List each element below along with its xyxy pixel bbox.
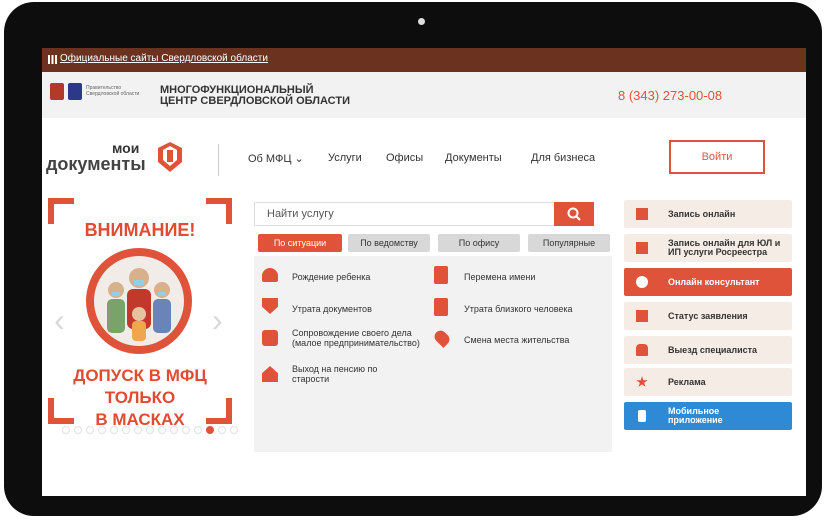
sidebar-online-booking[interactable]: Запись онлайн: [624, 200, 792, 228]
situation-loss-of-relative[interactable]: Утрата близкого человека: [464, 304, 573, 314]
sidebar-specialist-visit[interactable]: Выезд специалиста: [624, 336, 792, 364]
banner-title: ВНИМАНИЕ!: [84, 220, 196, 240]
heart-icon: [262, 268, 278, 282]
calendar-icon: [636, 242, 648, 254]
website-screen: Официальные сайты Свердловской области П…: [42, 48, 806, 496]
situation-business[interactable]: Сопровождение своего дела (малое предпри…: [292, 328, 432, 348]
situation-lost-documents[interactable]: Утрата документов: [292, 304, 372, 314]
sidebar-label: Запись онлайн: [668, 209, 736, 219]
calendar-icon: [636, 208, 648, 220]
nav-documents[interactable]: Документы: [445, 152, 502, 164]
mfc-title: МНОГОФУНКЦИОНАЛЬНЫЙ ЦЕНТР СВЕРДЛОВСКОЙ О…: [160, 85, 400, 107]
banner-image: [86, 248, 192, 354]
tab-by-office[interactable]: По офису: [438, 234, 520, 252]
passport-icon: [434, 266, 448, 284]
tab-popular[interactable]: Популярные: [528, 234, 610, 252]
situation-retirement[interactable]: Выход на пенсию по старости: [292, 364, 402, 384]
nav-business[interactable]: Для бизнеса: [531, 152, 595, 164]
login-button[interactable]: Войти: [669, 140, 765, 174]
sidebar-label: Мобильное приложение: [668, 406, 723, 425]
sidebar-label: Выезд специалиста: [668, 345, 758, 355]
mfc-title-line2: ЦЕНТР СВЕРДЛОВСКОЙ ОБЛАСТИ: [160, 95, 350, 107]
header-bar: Правительство Свердловской области МНОГО…: [42, 72, 806, 118]
sidebar-label: Запись онлайн для ЮЛ и ИП услуги Росреес…: [668, 238, 781, 257]
tablet-frame: Официальные сайты Свердловской области П…: [4, 2, 822, 516]
sidebar-application-status[interactable]: Статус заявления: [624, 302, 792, 330]
question-icon: [636, 276, 648, 288]
situation-change-residence[interactable]: Смена места жительства: [464, 335, 569, 345]
banner-line1: ДОПУСК В МФЦ: [73, 366, 207, 385]
banner-line3: В МАСКАХ: [95, 410, 185, 429]
coat-of-arms-icon: [50, 83, 64, 100]
sidebar-label: Онлайн консультант: [668, 277, 760, 287]
sidebar-rosreestr-booking[interactable]: Запись онлайн для ЮЛ и ИП услуги Росреес…: [624, 234, 792, 262]
phone-number[interactable]: 8 (343) 273-00-08: [618, 88, 722, 103]
nav-about[interactable]: Об МФЦ ⌄: [248, 152, 304, 165]
top-bar: Официальные сайты Свердловской области: [42, 48, 806, 72]
situation-name-change[interactable]: Перемена имени: [464, 272, 535, 282]
people-icon: [107, 268, 171, 341]
promo-banner[interactable]: ВНИМАНИЕ! ‹ › ДОПУСК В МФЦ ТОЛЬКО В МАСК…: [48, 198, 232, 429]
sidebar-advertising[interactable]: Реклама: [624, 368, 792, 396]
sidebar-online-consultant[interactable]: Онлайн консультант: [624, 268, 792, 296]
camera-dot: [418, 18, 425, 25]
briefcase-icon: [262, 330, 278, 346]
tab-by-situation[interactable]: По ситуации: [258, 234, 342, 252]
chevron-down-icon: ⌄: [294, 153, 304, 165]
nav-offices[interactable]: Офисы: [386, 152, 423, 164]
search-field[interactable]: Найти услугу: [254, 202, 594, 226]
logo-line2: документы: [46, 154, 146, 174]
gov-label: Правительство Свердловской области: [86, 85, 140, 97]
document-icon: [636, 310, 648, 322]
sidebar-mobile-app[interactable]: Мобильное приложение: [624, 402, 792, 430]
grid-icon: [48, 55, 57, 64]
phone-icon: [638, 410, 646, 422]
situations-panel: [254, 256, 612, 452]
sidebar-label: Статус заявления: [668, 311, 748, 321]
banner-line2: ТОЛЬКО: [104, 388, 176, 407]
official-sites-link[interactable]: Официальные сайты Свердловской области: [60, 53, 268, 64]
emblem-icon: [68, 83, 82, 100]
search-icon: [567, 207, 581, 221]
nav-divider: [218, 144, 219, 176]
sidebar-label: Реклама: [668, 377, 706, 387]
situation-birth[interactable]: Рождение ребенка: [292, 272, 370, 282]
nav-services[interactable]: Услуги: [328, 152, 362, 164]
banner-next-arrow[interactable]: ›: [212, 304, 223, 336]
banner-prev-arrow[interactable]: ‹: [54, 304, 65, 336]
car-icon: [636, 344, 648, 356]
document-icon: [434, 298, 448, 316]
star-icon: [636, 376, 648, 387]
logo-mark-icon: [158, 142, 182, 172]
logo[interactable]: мои документы: [46, 140, 186, 180]
search-input[interactable]: Найти услугу: [267, 208, 334, 220]
people-illustration: [94, 256, 184, 346]
tab-by-department[interactable]: По ведомству: [348, 234, 430, 252]
search-button[interactable]: [554, 202, 594, 226]
